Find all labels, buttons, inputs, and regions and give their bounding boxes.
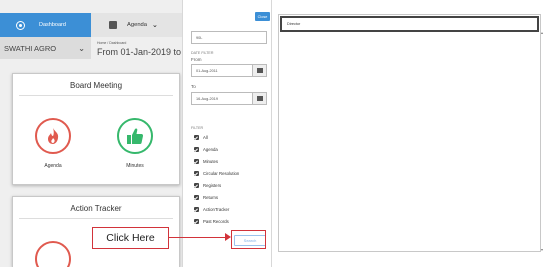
search-button-highlight xyxy=(231,230,266,249)
filter-option-returns[interactable]: Returns xyxy=(194,195,218,200)
minutes-tile[interactable] xyxy=(117,118,153,154)
action-tracker-tile[interactable] xyxy=(35,241,71,267)
company-selector[interactable]: SWATHI AGRO ⌄ xyxy=(0,37,91,59)
to-date-input[interactable]: 16-Aug-2019 xyxy=(191,92,267,105)
scroll-down-icon[interactable]: ▾ xyxy=(541,247,543,252)
from-date-value: 01-Aug-2011 xyxy=(196,68,218,73)
agenda-dropdown[interactable]: Agenda ⌄ xyxy=(91,13,182,37)
filter-drawer: Close 90L DATE FILTER From 01-Aug-2011 T… xyxy=(182,0,272,267)
filter-heading: FILTER xyxy=(191,126,204,130)
checkbox-checked-icon[interactable] xyxy=(194,135,199,140)
card-divider xyxy=(19,218,173,219)
filter-option-circular-resolution[interactable]: Circular Resolution xyxy=(194,171,239,176)
dashboard-icon xyxy=(16,20,25,30)
date-filter-heading: DATE FILTER xyxy=(191,51,214,55)
card-divider xyxy=(19,95,173,96)
checkbox-checked-icon[interactable] xyxy=(194,147,199,152)
filter-option-label: ActionTracker xyxy=(203,207,230,212)
filter-option-registers[interactable]: Registers xyxy=(194,183,221,188)
document-icon xyxy=(109,21,117,29)
agenda-tile-label: Agenda xyxy=(44,163,62,169)
dashboard-label: Dashboard xyxy=(39,22,66,28)
search-input[interactable]: 90L xyxy=(191,31,267,44)
top-nav: Dashboard Agenda ⌄ xyxy=(0,13,182,37)
close-button[interactable]: Close xyxy=(255,12,270,21)
document-scrollbar[interactable]: ▴ ▾ xyxy=(541,30,546,252)
document-panel: Director xyxy=(278,14,541,252)
checkbox-checked-icon[interactable] xyxy=(194,159,199,164)
checkbox-checked-icon[interactable] xyxy=(194,219,199,224)
board-meeting-card: Board Meeting Agenda Minutes xyxy=(12,73,180,185)
filter-option-all[interactable]: All xyxy=(194,135,208,140)
to-date-value: 16-Aug-2019 xyxy=(196,96,218,101)
filter-option-past-records[interactable]: Past Records xyxy=(194,219,229,224)
company-name: SWATHI AGRO xyxy=(4,43,57,53)
filter-option-label: Past Records xyxy=(203,219,229,224)
from-date-input[interactable]: 01-Aug-2011 xyxy=(191,64,267,77)
dashboard-button[interactable]: Dashboard xyxy=(0,13,91,37)
fire-icon xyxy=(48,128,59,144)
agenda-label: Agenda xyxy=(127,22,147,28)
document-title-field[interactable]: Director xyxy=(280,16,539,32)
date-range-heading: From 01-Jan-2019 to 16- xyxy=(97,47,182,57)
filter-option-label: Minutes xyxy=(203,159,219,164)
checkbox-checked-icon[interactable] xyxy=(194,171,199,176)
click-here-callout: Click Here xyxy=(92,227,169,249)
chevron-down-icon: ⌄ xyxy=(152,22,158,29)
filter-option-agenda[interactable]: Agenda xyxy=(194,147,218,152)
thumbs-up-icon xyxy=(127,128,144,144)
filter-option-label: All xyxy=(203,135,208,140)
filter-option-label: Circular Resolution xyxy=(203,171,240,176)
checkbox-checked-icon[interactable] xyxy=(194,195,199,200)
from-label: From xyxy=(191,57,202,62)
board-meeting-title: Board Meeting xyxy=(69,81,123,90)
filter-option-actiontracker[interactable]: ActionTracker xyxy=(194,207,229,212)
filter-option-label: Returns xyxy=(203,195,219,200)
calendar-icon[interactable] xyxy=(252,65,266,76)
callout-arrow-line xyxy=(169,237,226,238)
action-tracker-title: Action Tracker xyxy=(70,204,122,213)
chevron-down-icon: ⌄ xyxy=(78,43,85,53)
minutes-tile-label: Minutes xyxy=(126,163,144,169)
filter-option-label: Agenda xyxy=(203,147,218,152)
calendar-icon[interactable] xyxy=(252,93,266,104)
to-label: To xyxy=(191,84,196,89)
scroll-up-icon[interactable]: ▴ xyxy=(541,30,543,35)
agenda-tile[interactable] xyxy=(35,118,71,154)
filter-option-label: Registers xyxy=(203,183,222,188)
checkbox-checked-icon[interactable] xyxy=(194,207,199,212)
checkbox-checked-icon[interactable] xyxy=(194,183,199,188)
breadcrumb: Home / Dashboard xyxy=(97,41,127,45)
filter-option-minutes[interactable]: Minutes xyxy=(194,159,218,164)
